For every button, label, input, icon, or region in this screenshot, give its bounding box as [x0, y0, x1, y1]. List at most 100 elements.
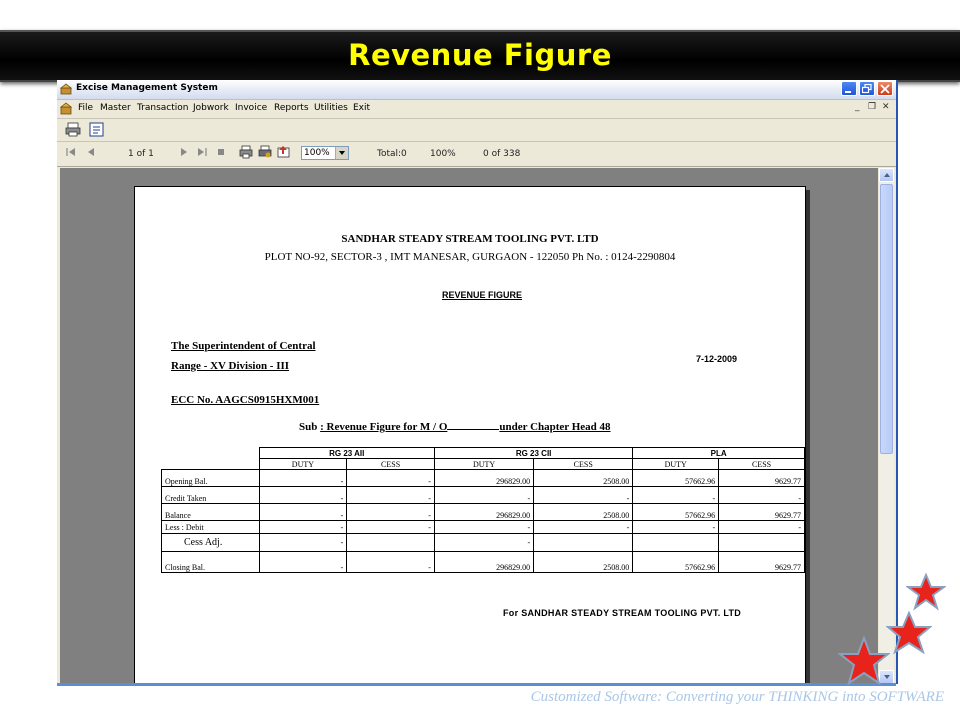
table-cell: 57662.96: [632, 469, 720, 487]
col-duty: DUTY: [632, 458, 720, 470]
star-icon: [838, 636, 890, 686]
col-cess: CESS: [346, 458, 435, 470]
signature-line: For SANDHAR STEADY STREAM TOOLING PVT. L…: [503, 608, 742, 618]
menu-reports[interactable]: Reports: [274, 103, 309, 113]
table-row: Closing Bal. - - 296829.00 2508.00 57662…: [161, 551, 805, 573]
print-report-icon[interactable]: [239, 145, 257, 162]
menu-utilities[interactable]: Utilities: [314, 103, 348, 113]
menu-invoice[interactable]: Invoice: [235, 103, 267, 113]
next-page-icon[interactable]: [178, 146, 196, 163]
table-row: Opening Bal. - - 296829.00 2508.00 57662…: [161, 469, 805, 487]
table-cell: -: [346, 520, 435, 534]
table-cell: 57662.96: [632, 551, 720, 573]
first-page-icon[interactable]: [65, 146, 83, 163]
col-cess: CESS: [718, 458, 805, 470]
table-cell: -: [258, 533, 348, 552]
mdi-restore-button[interactable]: ❐: [868, 102, 876, 112]
subject-line: Sub : Revenue Figure for M / O under Chap…: [299, 420, 611, 433]
menu-transaction[interactable]: Transaction: [137, 103, 189, 113]
total-count: Total:0: [377, 149, 407, 159]
revenue-table: RG 23 AII RG 23 CII PLA DUTY CESS DUTY C…: [161, 447, 805, 573]
table-cell: -: [258, 520, 348, 534]
mdi-minimize-button[interactable]: _: [855, 102, 860, 112]
table-cell: -: [258, 551, 348, 573]
table-cell: [718, 533, 805, 552]
scroll-up-button[interactable]: [879, 168, 894, 182]
menu-file[interactable]: File: [78, 103, 93, 113]
ecc-number: ECC No. AAGCS0915HXM001: [171, 394, 320, 406]
star-icon: [886, 611, 932, 655]
menu-app-icon[interactable]: [60, 102, 73, 115]
row-label: Credit Taken: [161, 486, 260, 504]
table-row: Balance - - 296829.00 2508.00 57662.96 9…: [161, 503, 805, 521]
minimize-icon: [845, 91, 851, 93]
table-cell: -: [346, 503, 435, 521]
table-cell: [533, 533, 634, 552]
table-cell: 296829.00: [433, 551, 535, 573]
print-icon[interactable]: [64, 121, 82, 138]
table-cell: -: [632, 486, 720, 504]
group-rg23aii: RG 23 AII: [258, 447, 435, 459]
report-date: 7-12-2009: [696, 354, 738, 364]
col-duty: DUTY: [258, 458, 348, 470]
close-icon: [880, 84, 890, 94]
export-icon[interactable]: [88, 121, 106, 138]
table-cell: -: [346, 551, 435, 573]
report-nav-toolbar: 1 of 1 100% Total:0 100% 0 of 338: [57, 142, 896, 167]
col-cess: CESS: [533, 458, 634, 470]
page-indicator: 1 of 1: [128, 149, 154, 159]
table-cell: -: [433, 486, 535, 504]
last-page-icon[interactable]: [196, 146, 214, 163]
subject-prefix: Sub: [299, 421, 321, 433]
table-cell: 296829.00: [433, 503, 535, 521]
window-titlebar[interactable]: Excise Management System: [57, 80, 896, 100]
table-row: Credit Taken - - - - - -: [161, 486, 805, 504]
zoom-select[interactable]: 100%: [301, 146, 349, 160]
table-cell: 2508.00: [533, 503, 634, 521]
menu-bar: File Master Transaction Jobwork Invoice …: [57, 100, 896, 119]
mdi-close-button[interactable]: ✕: [882, 102, 890, 112]
star-icon: [906, 573, 946, 611]
scroll-thumb[interactable]: [880, 184, 893, 454]
table-cell: -: [258, 486, 348, 504]
stop-icon[interactable]: [215, 146, 233, 163]
report-title: REVENUE FIGURE: [442, 290, 523, 300]
close-button[interactable]: [877, 81, 893, 96]
table-cell: 9629.77: [718, 469, 805, 487]
slide-title: Revenue Figure: [348, 38, 612, 72]
row-label: Less : Debit: [161, 520, 260, 534]
company-address: PLOT NO-92, SECTOR-3 , IMT MANESAR, GURG…: [264, 251, 676, 263]
export-report-icon[interactable]: [277, 145, 295, 162]
table-cell: [346, 533, 435, 552]
table-cell: -: [632, 520, 720, 534]
subject-text: : Revenue Figure for M / O: [320, 421, 448, 433]
previous-page-icon[interactable]: [85, 146, 103, 163]
row-label: Closing Bal.: [161, 551, 260, 573]
menu-jobwork[interactable]: Jobwork: [193, 103, 229, 113]
company-name: SANDHAR STEADY STREAM TOOLING PVT. LTD: [341, 233, 599, 245]
report-page: SANDHAR STEADY STREAM TOOLING PVT. LTD P…: [134, 186, 806, 684]
table-cell: -: [346, 469, 435, 487]
chevron-up-icon: [884, 173, 890, 177]
percent-label: 100%: [430, 149, 456, 159]
table-cell: [632, 533, 720, 552]
minimize-button[interactable]: [841, 81, 857, 96]
table-cell: 9629.77: [718, 503, 805, 521]
table-cell: -: [258, 503, 348, 521]
maximize-button[interactable]: [859, 81, 875, 96]
report-viewer: SANDHAR STEADY STREAM TOOLING PVT. LTD P…: [60, 168, 878, 684]
window-title: Excise Management System: [76, 83, 218, 93]
subject-suffix: under Chapter Head 48: [499, 421, 611, 433]
vertical-scrollbar[interactable]: [879, 168, 894, 684]
menu-master[interactable]: Master: [100, 103, 131, 113]
footer-tagline: Customized Software: Converting your THI…: [530, 689, 944, 705]
printer-setup-icon[interactable]: [258, 145, 276, 162]
table-cell: -: [718, 520, 805, 534]
table-row: Cess Adj. - -: [161, 533, 805, 552]
table-cell: -: [533, 520, 634, 534]
row-label: Balance: [161, 503, 260, 521]
chevron-down-icon[interactable]: [335, 147, 348, 159]
zoom-value: 100%: [304, 148, 330, 158]
menu-exit[interactable]: Exit: [353, 103, 370, 113]
table-cell: 296829.00: [433, 469, 535, 487]
